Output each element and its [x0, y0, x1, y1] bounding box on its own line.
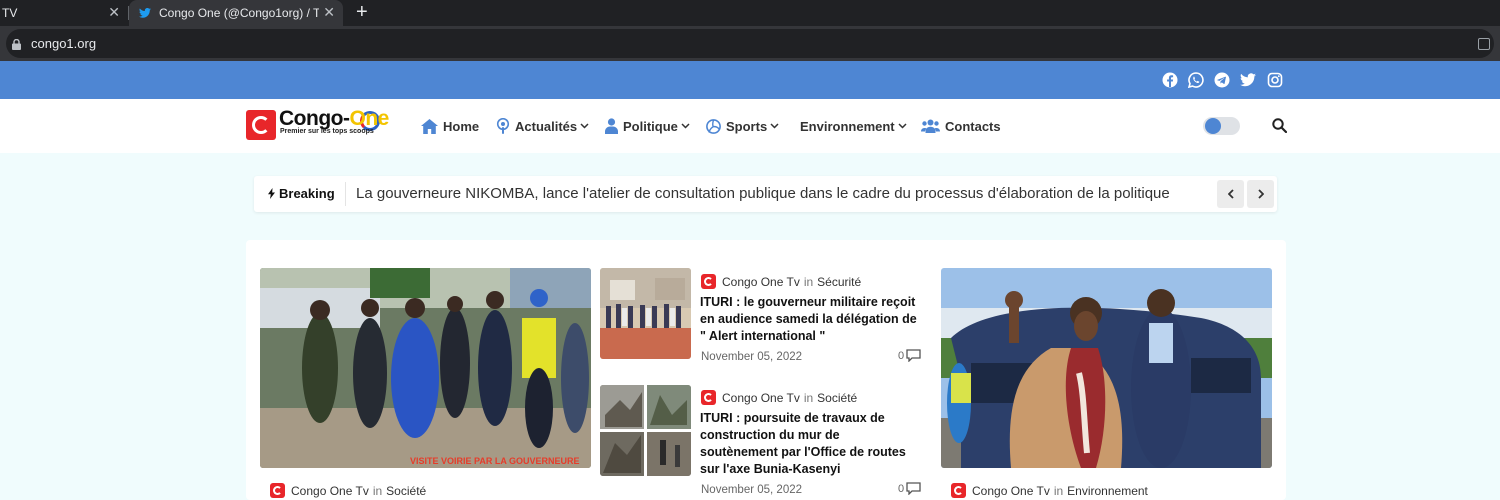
chevron-down-icon	[770, 123, 779, 129]
volleyball-icon	[706, 118, 721, 134]
article-thumbnail[interactable]	[600, 268, 691, 359]
article-meta: Congo One Tv in Sécurité	[701, 274, 861, 289]
chevron-down-icon	[681, 123, 690, 129]
author-name[interactable]: Congo One Tv	[722, 275, 800, 289]
browser-tab-bar: TV ✕ Congo One (@Congo1org) / Twitter ✕ …	[0, 0, 1500, 26]
author-avatar	[951, 483, 966, 498]
nav-environnement[interactable]: Environnement	[800, 116, 907, 136]
nav-label: Actualités	[515, 118, 578, 134]
tab-title: Congo One (@Congo1org) / Twitter	[159, 6, 319, 20]
extension-icon[interactable]	[1478, 38, 1490, 50]
twitter-favicon-icon	[139, 8, 151, 18]
breaking-headline[interactable]: La gouverneure NIKOMBA, lance l'atelier …	[356, 185, 1206, 202]
nav-sports[interactable]: Sports	[706, 116, 779, 136]
category-link[interactable]: Sécurité	[817, 275, 861, 289]
lock-icon	[12, 39, 21, 50]
search-icon[interactable]	[1272, 118, 1287, 133]
breaking-divider	[345, 182, 346, 206]
comment-count[interactable]: 0	[898, 482, 921, 495]
close-tab-icon[interactable]: ✕	[323, 4, 335, 21]
article-meta: Congo One Tv in Société	[270, 483, 426, 498]
nav-label: Home	[443, 118, 480, 134]
author-avatar	[701, 274, 716, 289]
browser-toolbar: congo1.org	[0, 26, 1500, 61]
whatsapp-icon[interactable]	[1188, 72, 1204, 88]
chevron-down-icon	[898, 123, 907, 129]
article-title[interactable]: ITURI : poursuite de travaux de construc…	[700, 410, 920, 478]
category-link[interactable]: Environnement	[1067, 484, 1148, 498]
logo-tagline: Premier sur les tops scoops	[280, 128, 374, 135]
breaking-news-bar: Breaking La gouverneure NIKOMBA, lance l…	[254, 176, 1277, 212]
facebook-icon[interactable]	[1162, 72, 1178, 88]
bolt-icon	[268, 188, 275, 199]
article-date: November 05, 2022	[701, 351, 803, 363]
meta-in: in	[803, 274, 814, 289]
article-title[interactable]: ITURI : le gouverneur militaire reçoit e…	[700, 294, 920, 345]
meta-in: in	[803, 390, 814, 405]
tab-title: TV	[2, 6, 18, 20]
users-icon	[921, 119, 940, 133]
sun-icon	[1205, 118, 1221, 134]
nav-label: Sports	[726, 118, 768, 134]
comment-count[interactable]: 0	[898, 349, 921, 362]
nav-politique[interactable]: Politique	[605, 116, 690, 136]
chevron-left-icon	[1227, 189, 1234, 199]
twitter-icon[interactable]	[1240, 72, 1256, 88]
comment-count-value: 0	[898, 349, 905, 362]
author-name[interactable]: Congo One Tv	[722, 391, 800, 405]
breaking-label: Breaking	[268, 186, 335, 201]
home-icon	[421, 118, 438, 134]
nav-home[interactable]: Home	[421, 116, 479, 136]
author-name[interactable]: Congo One Tv	[291, 484, 369, 498]
meta-in: in	[372, 483, 383, 498]
featured-left-image[interactable]: VISITE VOIRIE PAR LA GOUVERNEURE	[260, 268, 591, 468]
chevron-down-icon	[580, 123, 589, 129]
featured-right-image[interactable]	[941, 268, 1272, 468]
nav-label: Contacts	[945, 118, 1001, 134]
breaking-prev-button[interactable]	[1217, 180, 1244, 208]
comment-icon	[906, 349, 921, 362]
construction-photo	[600, 385, 691, 476]
comment-count-value: 0	[898, 482, 905, 495]
nav-contacts[interactable]: Contacts	[921, 116, 1001, 136]
chevron-right-icon	[1257, 189, 1264, 199]
instagram-icon[interactable]	[1267, 72, 1283, 88]
category-link[interactable]: Société	[386, 484, 426, 498]
nav-label: Politique	[623, 118, 678, 134]
logo-badge[interactable]	[246, 110, 276, 140]
author-name[interactable]: Congo One Tv	[972, 484, 1050, 498]
close-tab-icon[interactable]: ✕	[108, 4, 120, 21]
officials-photo: VISITE VOIRIE PAR LA GOUVERNEURE	[260, 268, 591, 468]
article-meta: Congo One Tv in Environnement	[951, 483, 1148, 498]
photo-caption: VISITE VOIRIE PAR LA GOUVERNEURE	[410, 456, 580, 466]
dark-mode-toggle[interactable]	[1203, 117, 1240, 135]
logo-name-part1: Congo	[279, 107, 343, 130]
address-bar[interactable]: congo1.org	[6, 29, 1494, 58]
governor-photo	[941, 268, 1272, 468]
browser-tab[interactable]: TV ✕	[0, 0, 128, 26]
author-avatar	[270, 483, 285, 498]
article-date: November 05, 2022	[701, 484, 803, 496]
category-link[interactable]: Société	[817, 391, 857, 405]
breaking-label-text: Breaking	[279, 186, 335, 201]
meta-in: in	[1053, 483, 1064, 498]
nav-label: Environnement	[800, 118, 895, 134]
article-thumbnail[interactable]	[600, 385, 691, 476]
author-avatar	[701, 390, 716, 405]
logo-name-part2: One	[349, 107, 389, 130]
podcast-icon	[496, 118, 510, 134]
telegram-icon[interactable]	[1214, 72, 1230, 88]
delegation-photo	[600, 268, 691, 359]
new-tab-button[interactable]: +	[356, 2, 368, 22]
nav-actualites[interactable]: Actualités	[496, 116, 589, 136]
url-text: congo1.org	[31, 36, 97, 51]
breaking-next-button[interactable]	[1247, 180, 1274, 208]
comment-icon	[906, 482, 921, 495]
user-tie-icon	[605, 118, 618, 134]
article-meta: Congo One Tv in Société	[701, 390, 857, 405]
browser-tab-active[interactable]: Congo One (@Congo1org) / Twitter ✕	[129, 0, 343, 26]
